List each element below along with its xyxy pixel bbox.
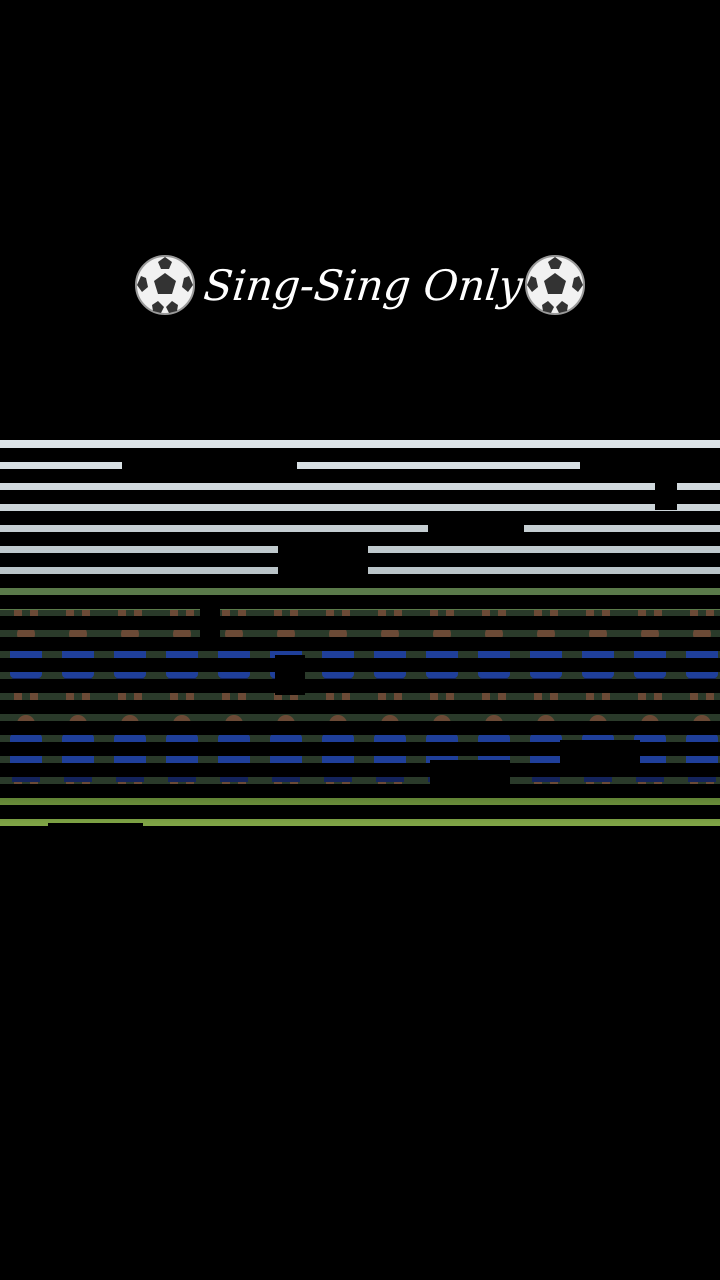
caption-text: Sing-Sing Only: [201, 260, 525, 310]
caption-overlay: Sing-Sing Only: [0, 250, 720, 320]
soccer-ball-icon: [134, 254, 196, 316]
soccer-ball-icon: [524, 254, 586, 316]
team-photo: [0, 440, 720, 835]
video-frame: Sing-Sing Only: [0, 0, 720, 1280]
